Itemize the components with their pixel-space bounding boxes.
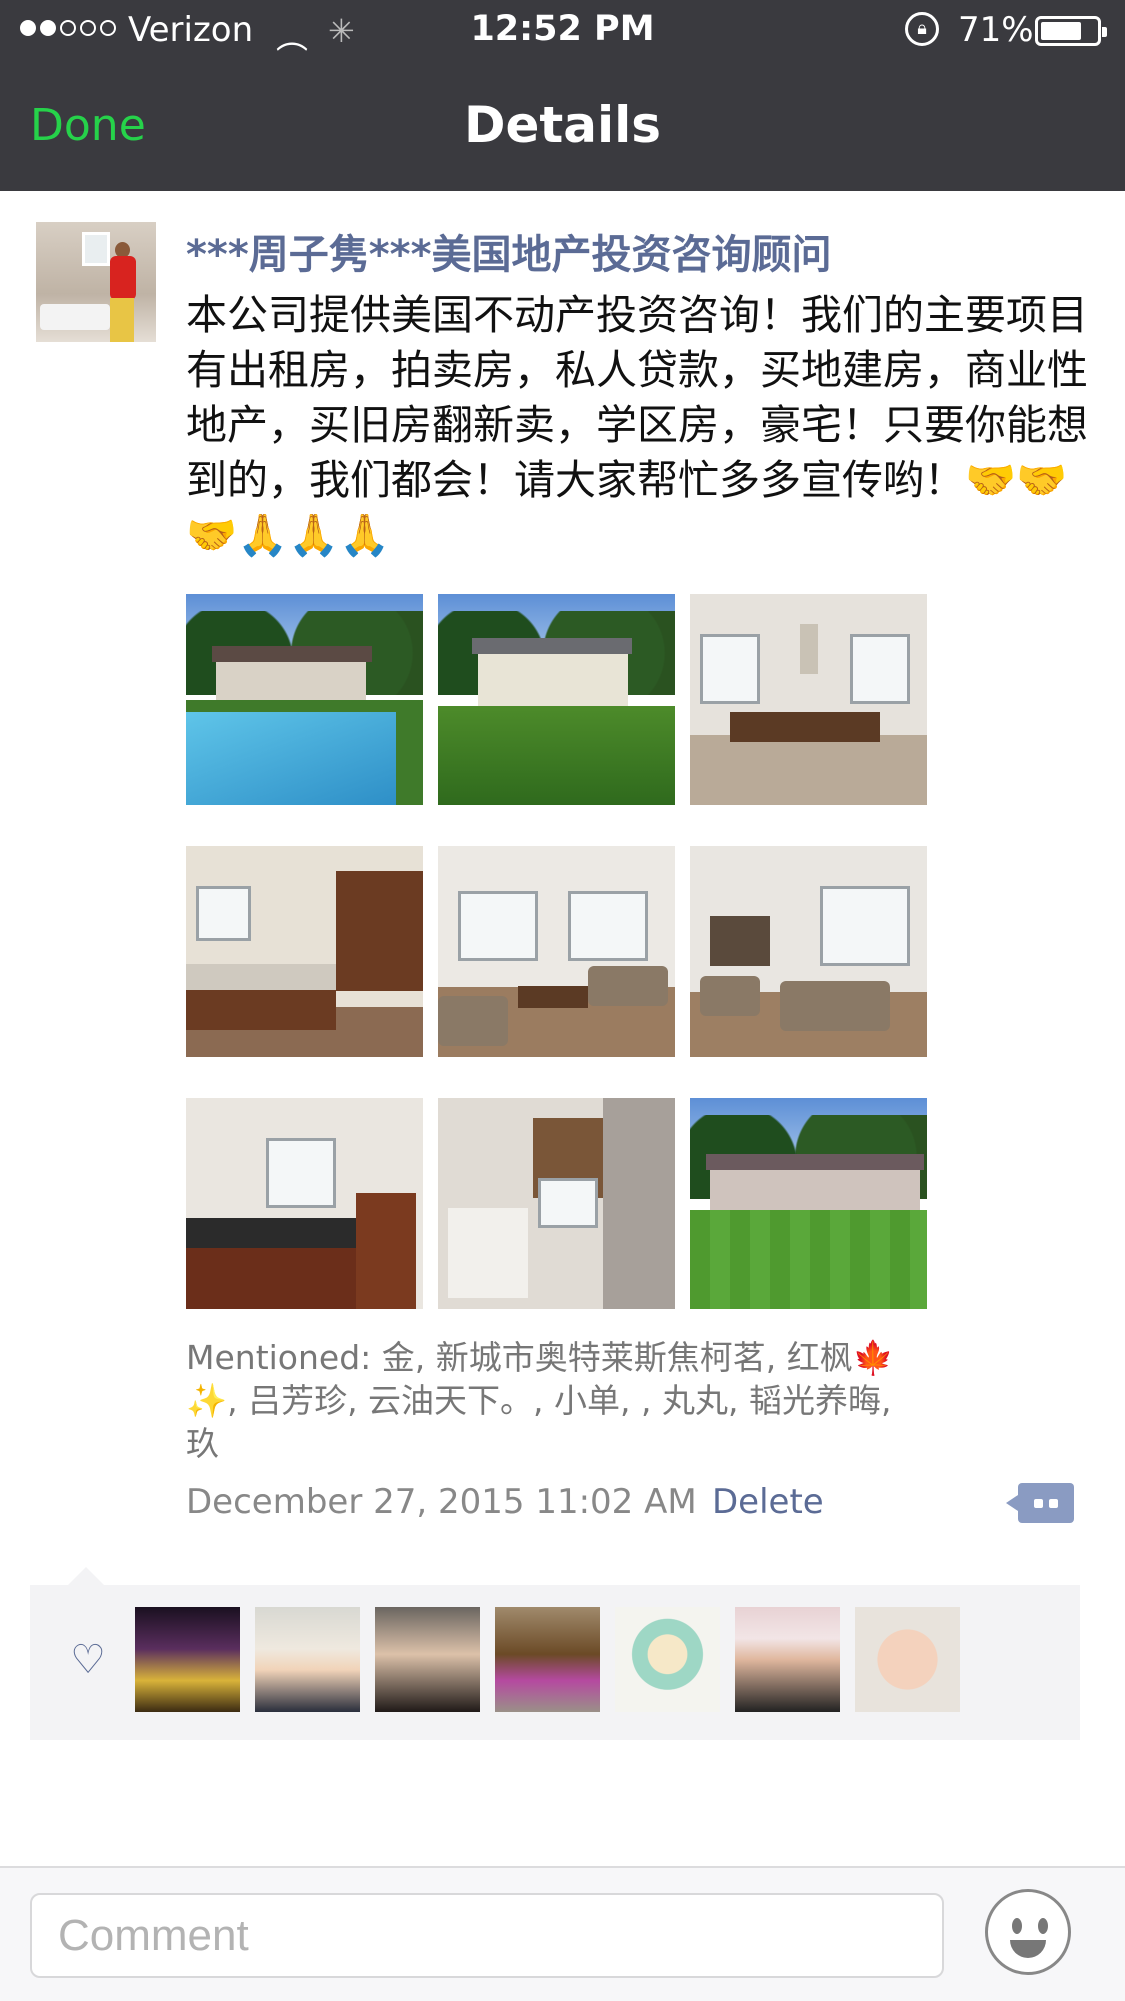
mentioned-users: Mentioned: 金, 新城市奥特莱斯焦柯茗, 红枫🍁✨, 吕芳珍, 云油天…	[186, 1338, 894, 1463]
liker-avatar[interactable]	[855, 1607, 960, 1712]
rotation-lock-icon: 🔒︎	[905, 12, 939, 46]
navigation-bar: Verizon ︵ ✳ 12:52 PM 🔒︎ 71% Done Details	[0, 0, 1125, 191]
photo-grid	[186, 594, 928, 1309]
photo-living-room[interactable]	[438, 846, 675, 1057]
author-name[interactable]: ***周子隽***美国地产投资咨询顾问	[186, 222, 832, 280]
likes-panel: ♡	[30, 1567, 1080, 1740]
heart-icon: ♡	[70, 1637, 106, 1683]
comment-input[interactable]	[30, 1893, 944, 1978]
post-timestamp: December 27, 2015 11:02 AM	[186, 1482, 697, 1522]
emoji-face-icon[interactable]	[985, 1889, 1071, 1975]
photo-dining-room[interactable]	[690, 594, 927, 805]
photo-family-room[interactable]	[690, 846, 927, 1057]
photo-master-bath[interactable]	[438, 1098, 675, 1309]
battery-icon	[1035, 16, 1107, 46]
liker-avatar[interactable]	[375, 1607, 480, 1712]
photo-pool-house[interactable]	[186, 594, 423, 805]
liker-avatar[interactable]	[495, 1607, 600, 1712]
post-text: 本公司提供美国不动产投资咨询！我们的主要项目有出租房，拍卖房，私人贷款，买地建房…	[186, 291, 1088, 559]
liker-avatar[interactable]	[735, 1607, 840, 1712]
photo-backyard[interactable]	[690, 1098, 927, 1309]
photo-kitchen[interactable]	[186, 846, 423, 1057]
status-bar: Verizon ︵ ✳ 12:52 PM 🔒︎ 71%	[0, 0, 1125, 62]
delete-button[interactable]: Delete	[712, 1482, 824, 1522]
status-time: 12:52 PM	[470, 9, 655, 49]
liker-avatar[interactable]	[615, 1607, 720, 1712]
photo-house-lawn[interactable]	[438, 594, 675, 805]
battery-percent: 71%	[958, 10, 1034, 50]
photo-bathroom[interactable]	[186, 1098, 423, 1309]
comment-more-icon[interactable]	[1006, 1483, 1074, 1523]
liker-avatar[interactable]	[135, 1607, 240, 1712]
liker-avatar[interactable]	[255, 1607, 360, 1712]
comment-bar	[0, 1868, 1125, 2001]
author-avatar[interactable]	[36, 222, 156, 342]
page-title: Details	[463, 96, 662, 154]
